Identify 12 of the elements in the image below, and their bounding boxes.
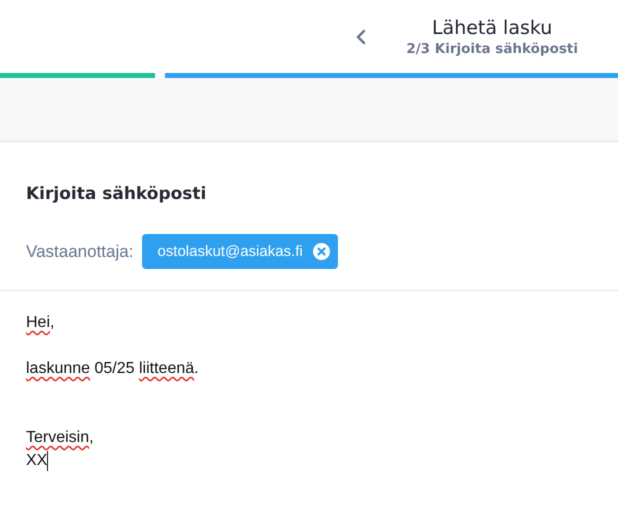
remove-button[interactable] bbox=[312, 243, 330, 260]
body-text-line: Terveisin, bbox=[26, 428, 94, 448]
step-subtitle: 2/3 Kirjoita sähköposti bbox=[406, 40, 578, 56]
close-icon bbox=[312, 243, 330, 260]
recipient-label: Vastaanottaja: bbox=[26, 242, 134, 262]
recipient-address: ostolaskut@asiakas.fi bbox=[157, 243, 303, 260]
body-text-line: XX bbox=[26, 451, 48, 471]
section-heading: Kirjoita sähköposti bbox=[26, 184, 208, 204]
body-text-line: Hei, bbox=[26, 313, 54, 333]
chevron-left-icon bbox=[356, 28, 366, 44]
page-title: Lähetä lasku bbox=[432, 16, 552, 38]
body-text-line: laskunne 05/25 liitteenä. bbox=[26, 359, 199, 379]
